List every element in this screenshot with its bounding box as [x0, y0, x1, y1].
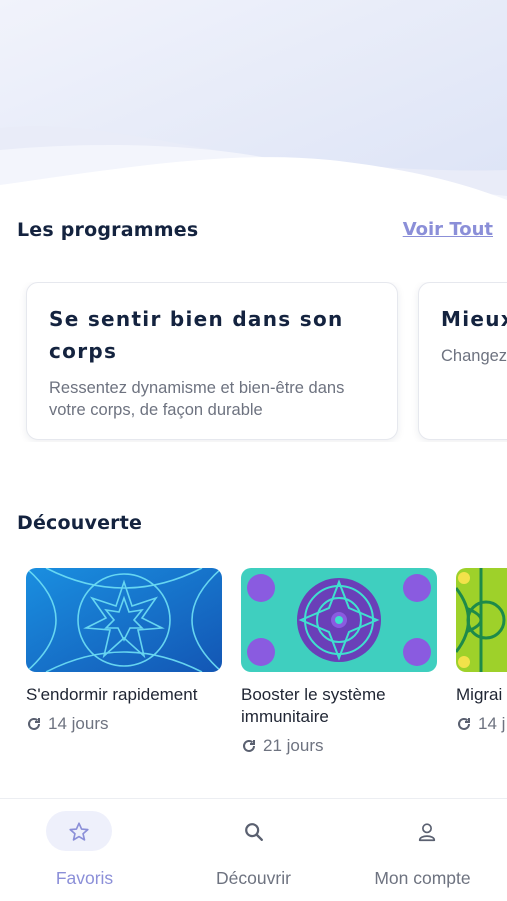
- discover-item-duration: 21 jours: [241, 736, 437, 756]
- tab-decouvrir[interactable]: Découvrir: [169, 799, 338, 901]
- hero-background: [0, 0, 507, 210]
- program-card-title: Mieux ... régén...: [441, 307, 507, 331]
- program-card[interactable]: Mieux ... régén... Changez ... via un m.…: [418, 282, 507, 440]
- program-card-description: Changez ... via un m...: [441, 347, 507, 365]
- program-card-title: Se sentir bien dans son corps: [49, 307, 344, 363]
- star-icon: [69, 822, 89, 841]
- discover-item-title: Booster le système immunitaire: [241, 685, 386, 726]
- duration-label: 21 jours: [263, 736, 324, 755]
- programs-section-title: Les programmes: [17, 219, 199, 241]
- discover-item-duration: 14 jours: [26, 714, 222, 734]
- tab-label: Mon compte: [374, 868, 471, 888]
- refresh-icon: [243, 739, 255, 752]
- tab-favoris[interactable]: Favoris: [0, 799, 169, 901]
- tab-label: Découvrir: [216, 868, 291, 888]
- tab-label: Favoris: [55, 868, 114, 888]
- see-all-link[interactable]: Voir Tout: [403, 219, 493, 240]
- discover-item[interactable]: Migrai 14 j: [456, 568, 507, 734]
- mandala-image-purple: [241, 568, 437, 672]
- discover-item-title: Migrai: [456, 685, 503, 704]
- refresh-icon: [28, 717, 40, 730]
- duration-label: 14 jours: [48, 714, 109, 733]
- discover-carousel[interactable]: S'endormir rapidement 14 jours Booster l…: [0, 568, 507, 768]
- user-icon: [418, 823, 436, 842]
- programs-carousel[interactable]: Se sentir bien dans son corps Ressentez …: [0, 282, 507, 442]
- bottom-tab-bar: Favoris Découvrir Mon compte: [0, 798, 507, 901]
- mandala-image-blue: [26, 568, 222, 672]
- discover-item-duration: 14 j: [456, 714, 507, 734]
- duration-label: 14 j: [478, 714, 506, 733]
- discover-section-title: Découverte: [17, 512, 143, 534]
- refresh-icon: [458, 717, 470, 730]
- program-card[interactable]: Se sentir bien dans son corps Ressentez …: [26, 282, 398, 440]
- search-icon: [245, 823, 263, 841]
- mandala-image-green: [456, 568, 507, 672]
- discover-item-title: S'endormir rapidement: [26, 685, 198, 704]
- discover-item[interactable]: Booster le système immunitaire 21 jours: [241, 568, 437, 756]
- program-card-description: Ressentez dynamisme et bien-être dans vo…: [49, 379, 345, 419]
- tab-mon-compte[interactable]: Mon compte: [338, 799, 507, 901]
- discover-item[interactable]: S'endormir rapidement 14 jours: [26, 568, 222, 734]
